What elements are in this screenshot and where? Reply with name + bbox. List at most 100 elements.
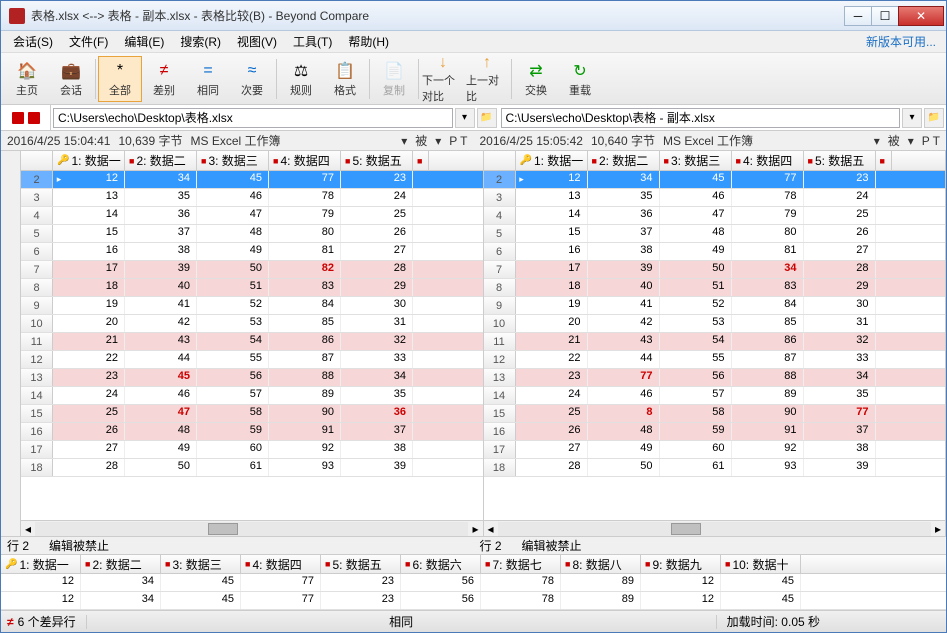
table-row[interactable]: 81840518329 bbox=[21, 279, 483, 297]
left-dropdown-button[interactable]: ▾ bbox=[455, 108, 475, 128]
column-header[interactable]: ■5: 数据五 bbox=[341, 151, 413, 170]
table-row[interactable]: 182850619339 bbox=[484, 459, 946, 477]
menu-视图(V)[interactable]: 视图(V) bbox=[229, 31, 285, 52]
right-browse-button[interactable]: 📁 bbox=[924, 108, 944, 128]
table-row[interactable]: 152547589036 bbox=[21, 405, 483, 423]
right-grid[interactable]: 2▸12344577233133546782441436477925515374… bbox=[484, 171, 946, 520]
detail-row[interactable]: 12344577235678891245 bbox=[1, 592, 946, 610]
column-header[interactable]: ■4: 数据四 bbox=[269, 151, 341, 170]
table-row[interactable]: 132345568834 bbox=[21, 369, 483, 387]
table-row[interactable]: 51537488026 bbox=[484, 225, 946, 243]
left-grid[interactable]: 2▸12344577233133546782441436477925515374… bbox=[21, 171, 483, 520]
table-row[interactable]: 172749609238 bbox=[21, 441, 483, 459]
toolbar-nextdiff[interactable]: ↓下一个对比 bbox=[421, 56, 465, 102]
minimize-button[interactable]: ─ bbox=[844, 6, 872, 26]
detail-grid[interactable]: 1234457723567889124512344577235678891245 bbox=[1, 574, 946, 610]
toolbar-home[interactable]: 🏠主页 bbox=[5, 56, 49, 102]
table-row[interactable]: 102042538531 bbox=[21, 315, 483, 333]
table-row[interactable]: 31335467824 bbox=[484, 189, 946, 207]
table-row[interactable]: 15258589077 bbox=[484, 405, 946, 423]
row-info-bar: 行 2编辑被禁止 行 2编辑被禁止 bbox=[1, 536, 946, 554]
table-row[interactable]: 162648599137 bbox=[21, 423, 483, 441]
table-row[interactable]: 81840518329 bbox=[484, 279, 946, 297]
table-row[interactable]: 122244558733 bbox=[21, 351, 483, 369]
detail-column-header[interactable]: ■4: 数据四 bbox=[241, 555, 321, 573]
menu-文件(F)[interactable]: 文件(F) bbox=[61, 31, 116, 52]
table-row[interactable]: 61638498127 bbox=[21, 243, 483, 261]
table-row[interactable]: 41436477925 bbox=[21, 207, 483, 225]
table-row[interactable]: 122244558733 bbox=[484, 351, 946, 369]
table-row[interactable]: 41436477925 bbox=[484, 207, 946, 225]
detail-column-header[interactable]: ■3: 数据三 bbox=[161, 555, 241, 573]
table-row[interactable]: 172749609238 bbox=[484, 441, 946, 459]
menu-编辑(E)[interactable]: 编辑(E) bbox=[116, 31, 172, 52]
right-scrollbar[interactable]: ◂▸ bbox=[484, 520, 946, 536]
table-row[interactable]: 71739503428 bbox=[484, 261, 946, 279]
toolbar-session[interactable]: 💼会话 bbox=[49, 56, 93, 102]
table-row[interactable]: 2▸1234457723 bbox=[21, 171, 483, 189]
column-header[interactable]: ■3: 数据三 bbox=[197, 151, 269, 170]
left-browse-button[interactable]: 📁 bbox=[477, 108, 497, 128]
toolbar-swap[interactable]: ⇄交换 bbox=[514, 56, 558, 102]
menu-工具(T)[interactable]: 工具(T) bbox=[285, 31, 340, 52]
session-icon: 💼 bbox=[60, 60, 82, 82]
toolbar-same[interactable]: =相同 bbox=[186, 56, 230, 102]
right-pane: 🔑1: 数据一■2: 数据二■3: 数据三■4: 数据四■5: 数据五■ 2▸1… bbox=[484, 151, 947, 536]
detail-column-header[interactable]: ■10: 数据十 bbox=[721, 555, 801, 573]
detail-column-header[interactable]: ■7: 数据七 bbox=[481, 555, 561, 573]
table-row[interactable]: 132377568834 bbox=[484, 369, 946, 387]
table-row[interactable]: 142446578935 bbox=[484, 387, 946, 405]
table-row[interactable]: 91941528430 bbox=[484, 297, 946, 315]
detail-column-header[interactable]: ■2: 数据二 bbox=[81, 555, 161, 573]
right-dropdown-button[interactable]: ▾ bbox=[902, 108, 922, 128]
detail-column-header[interactable]: ■5: 数据五 bbox=[321, 555, 401, 573]
right-path-input[interactable] bbox=[501, 108, 901, 128]
diff-icon: ≠ bbox=[153, 60, 175, 82]
detail-row[interactable]: 12344577235678891245 bbox=[1, 574, 946, 592]
copy-icon: 📄 bbox=[383, 60, 405, 82]
format-icon: 📋 bbox=[334, 60, 356, 82]
toolbar-prevdiff[interactable]: ↑上一对比 bbox=[465, 56, 509, 102]
menu-搜索(R)[interactable]: 搜索(R) bbox=[172, 31, 229, 52]
table-row[interactable]: 31335467824 bbox=[21, 189, 483, 207]
detail-column-header[interactable]: 🔑1: 数据一 bbox=[1, 555, 81, 573]
menu-帮助(H)[interactable]: 帮助(H) bbox=[340, 31, 397, 52]
table-row[interactable]: 182850619339 bbox=[21, 459, 483, 477]
column-header[interactable]: ■3: 数据三 bbox=[660, 151, 732, 170]
column-header[interactable]: ■2: 数据二 bbox=[588, 151, 660, 170]
detail-column-header[interactable]: ■6: 数据六 bbox=[401, 555, 481, 573]
close-button[interactable]: ✕ bbox=[898, 6, 944, 26]
toolbar-format[interactable]: 📋格式 bbox=[323, 56, 367, 102]
detail-column-header[interactable]: ■8: 数据八 bbox=[561, 555, 641, 573]
table-row[interactable]: 91941528430 bbox=[21, 297, 483, 315]
table-row[interactable]: 2▸1234457723 bbox=[484, 171, 946, 189]
maximize-button[interactable]: ☐ bbox=[871, 6, 899, 26]
table-row[interactable]: 51537488026 bbox=[21, 225, 483, 243]
column-header[interactable]: 🔑1: 数据一 bbox=[53, 151, 125, 170]
table-row[interactable]: 142446578935 bbox=[21, 387, 483, 405]
left-scrollbar[interactable]: ◂▸ bbox=[21, 520, 483, 536]
left-path-input[interactable] bbox=[53, 108, 453, 128]
column-header[interactable]: ■5: 数据五 bbox=[804, 151, 876, 170]
table-row[interactable]: 61638498127 bbox=[484, 243, 946, 261]
toolbar-diff[interactable]: ≠差别 bbox=[142, 56, 186, 102]
titlebar: 表格.xlsx <--> 表格 - 副本.xlsx - 表格比较(B) - Be… bbox=[1, 1, 946, 31]
table-row[interactable]: 71739508228 bbox=[21, 261, 483, 279]
table-row[interactable]: 112143548632 bbox=[484, 333, 946, 351]
compare-mode-icon[interactable] bbox=[1, 105, 51, 130]
detail-column-header[interactable]: ■9: 数据九 bbox=[641, 555, 721, 573]
column-header[interactable]: ■2: 数据二 bbox=[125, 151, 197, 170]
toolbar-rules[interactable]: ⚖规则 bbox=[279, 56, 323, 102]
table-row[interactable]: 112143548632 bbox=[21, 333, 483, 351]
toolbar-reload[interactable]: ↻重载 bbox=[558, 56, 602, 102]
table-row[interactable]: 162648599137 bbox=[484, 423, 946, 441]
toolbar-minor[interactable]: ≈次要 bbox=[230, 56, 274, 102]
toolbar-all[interactable]: *全部 bbox=[98, 56, 142, 102]
column-header[interactable]: 🔑1: 数据一 bbox=[516, 151, 588, 170]
table-row[interactable]: 102042538531 bbox=[484, 315, 946, 333]
diff-gutter[interactable] bbox=[1, 151, 21, 536]
column-header[interactable]: ■4: 数据四 bbox=[732, 151, 804, 170]
update-link[interactable]: 新版本可用... bbox=[866, 33, 942, 50]
prevdiff-icon: ↑ bbox=[476, 54, 498, 72]
menu-会话(S)[interactable]: 会话(S) bbox=[5, 31, 61, 52]
